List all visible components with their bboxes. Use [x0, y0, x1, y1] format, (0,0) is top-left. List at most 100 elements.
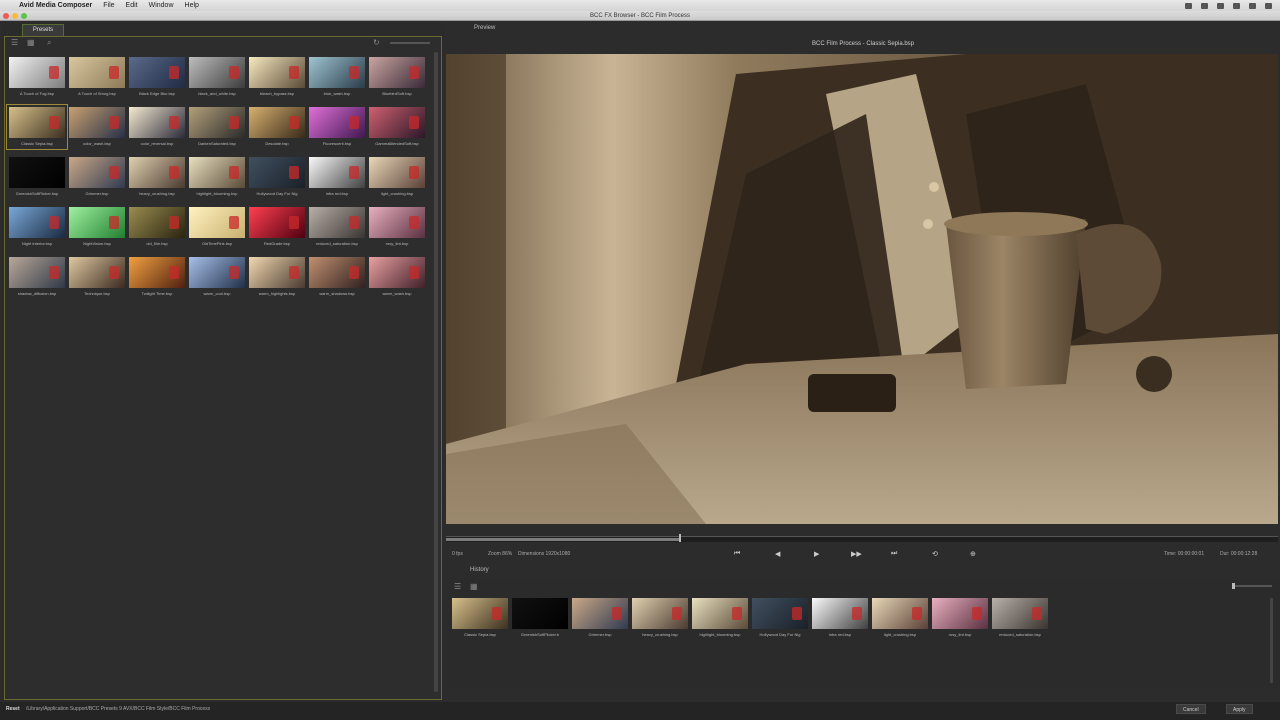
- thumb-size-slider[interactable]: [390, 42, 430, 44]
- history-thumbnail[interactable]: [932, 598, 988, 629]
- preset-thumbnail[interactable]: [369, 257, 425, 288]
- loop-button[interactable]: ⟲: [932, 550, 938, 558]
- menu-window[interactable]: Window: [149, 2, 174, 9]
- preset-item[interactable]: Fluorescent.bsp: [309, 107, 365, 147]
- history-item[interactable]: Classic Sepia.bsp: [452, 598, 508, 637]
- preset-thumbnail[interactable]: [69, 257, 125, 288]
- history-list-icon[interactable]: ☰: [454, 582, 461, 591]
- preset-thumbnail[interactable]: [249, 257, 305, 288]
- preset-item[interactable]: warm_cool.bsp: [189, 257, 245, 297]
- preset-thumbnail[interactable]: [369, 207, 425, 238]
- refresh-icon[interactable]: ↻: [373, 38, 380, 47]
- minimize-icon[interactable]: [12, 13, 18, 19]
- preset-thumbnail[interactable]: [369, 57, 425, 88]
- preset-item[interactable]: GreenishSoftFlicker.bsp: [9, 157, 65, 197]
- grid-view-icon[interactable]: ▦: [27, 38, 35, 47]
- preset-thumbnail[interactable]: [249, 207, 305, 238]
- history-item[interactable]: Hollywood Day For Nig: [752, 598, 808, 637]
- history-thumbnail[interactable]: [452, 598, 508, 629]
- preset-item[interactable]: Classic Sepia.bsp: [6, 104, 68, 150]
- preset-thumbnail[interactable]: [129, 57, 185, 88]
- history-thumbnail[interactable]: [692, 598, 748, 629]
- history-tab[interactable]: History: [470, 567, 489, 573]
- zoom-icon[interactable]: [21, 13, 27, 19]
- preset-thumbnail[interactable]: [249, 157, 305, 188]
- preset-thumbnail[interactable]: [189, 207, 245, 238]
- preset-item[interactable]: shadow_diffusion.bsp: [9, 257, 65, 297]
- preset-item[interactable]: light_crushing.bsp: [369, 157, 425, 197]
- preset-thumbnail[interactable]: [189, 57, 245, 88]
- history-grid-icon[interactable]: ▦: [470, 582, 478, 591]
- menu-app-name[interactable]: Avid Media Composer: [19, 2, 92, 9]
- preset-item[interactable]: blue_wash.bsp: [309, 57, 365, 97]
- preset-item[interactable]: Grimmer.bsp: [69, 157, 125, 197]
- list-icon[interactable]: [1265, 2, 1272, 9]
- go-to-start-button[interactable]: ⏮: [734, 550, 740, 558]
- preset-item[interactable]: A Touch of Fog.bsp: [9, 57, 65, 97]
- preset-thumbnail[interactable]: [129, 257, 185, 288]
- preset-item[interactable]: GammaBlendedSoft.bsp: [369, 107, 425, 147]
- apply-button[interactable]: Apply: [1226, 704, 1253, 714]
- step-back-button[interactable]: ◀: [775, 550, 780, 558]
- preset-thumbnail[interactable]: [69, 207, 125, 238]
- preview-timeline[interactable]: [446, 534, 1278, 542]
- close-icon[interactable]: [3, 13, 9, 19]
- reset-link[interactable]: Reset: [6, 706, 20, 712]
- preset-item[interactable]: Night Interior.bsp: [9, 207, 65, 247]
- history-thumbnail[interactable]: [752, 598, 808, 629]
- menu-help[interactable]: Help: [185, 2, 199, 9]
- preset-item[interactable]: RedGrade.bsp: [249, 207, 305, 247]
- preset-item[interactable]: BluebirdSoft.bsp: [369, 57, 425, 97]
- preset-thumbnail[interactable]: [309, 207, 365, 238]
- preset-thumbnail[interactable]: [129, 107, 185, 138]
- preset-item[interactable]: Black Edge Blur.bsp: [129, 57, 185, 97]
- preset-item[interactable]: NightVision.bsp: [69, 207, 125, 247]
- history-thumbnail[interactable]: [572, 598, 628, 629]
- history-thumb-slider[interactable]: [1232, 583, 1272, 589]
- preset-thumbnail[interactable]: [249, 57, 305, 88]
- preset-scrollbar[interactable]: [434, 52, 438, 692]
- history-item[interactable]: reduced_saturation.bsp: [992, 598, 1048, 637]
- preset-thumbnail[interactable]: [189, 157, 245, 188]
- history-thumbnail[interactable]: [512, 598, 568, 629]
- preset-item[interactable]: color_reversal.bsp: [129, 107, 185, 147]
- slider-knob[interactable]: [1232, 583, 1235, 589]
- preset-thumbnail[interactable]: [9, 207, 65, 238]
- preset-item[interactable]: heavy_crushing.bsp: [129, 157, 185, 197]
- go-to-end-button[interactable]: ⏭: [891, 550, 897, 558]
- preset-item[interactable]: Hollywood Day For Nig: [249, 157, 305, 197]
- clock-icon[interactable]: [1233, 2, 1240, 9]
- preset-item[interactable]: highlight_blooming.bsp: [189, 157, 245, 197]
- preset-item[interactable]: reduced_saturation.bsp: [309, 207, 365, 247]
- tab-preview[interactable]: Preview: [446, 25, 1280, 37]
- search-icon[interactable]: ⌕: [47, 38, 51, 48]
- preset-item[interactable]: old_film.bsp: [129, 207, 185, 247]
- preset-item[interactable]: bleach_bypass.bsp: [249, 57, 305, 97]
- preset-item[interactable]: Twilight Time.bsp: [129, 257, 185, 297]
- preset-thumbnail[interactable]: [369, 107, 425, 138]
- play-button[interactable]: ▶: [814, 550, 819, 558]
- list-view-icon[interactable]: ☰: [11, 38, 18, 47]
- preset-thumbnail[interactable]: [9, 57, 65, 88]
- history-item[interactable]: highlight_blooming.bsp: [692, 598, 748, 637]
- volume-icon[interactable]: [1201, 2, 1208, 9]
- preset-item[interactable]: Desolate.bsp: [249, 107, 305, 147]
- preset-thumbnail[interactable]: [9, 157, 65, 188]
- preset-thumbnail[interactable]: [369, 157, 425, 188]
- preset-item[interactable]: black_and_white.bsp: [189, 57, 245, 97]
- menu-file[interactable]: File: [103, 2, 114, 9]
- history-item[interactable]: infra red.bsp: [812, 598, 868, 637]
- preset-thumbnail[interactable]: [129, 157, 185, 188]
- cancel-button[interactable]: Cancel: [1176, 704, 1206, 714]
- preset-thumbnail[interactable]: [9, 257, 65, 288]
- preset-thumbnail[interactable]: [69, 157, 125, 188]
- preset-item[interactable]: warm_shadows.bsp: [309, 257, 365, 297]
- battery-icon[interactable]: [1217, 2, 1224, 9]
- preset-thumbnail[interactable]: [189, 107, 245, 138]
- step-forward-button[interactable]: ▶▶: [851, 550, 862, 558]
- preset-thumbnail[interactable]: [309, 57, 365, 88]
- history-scrollbar[interactable]: [1270, 598, 1273, 683]
- preset-thumbnail[interactable]: [189, 257, 245, 288]
- preset-thumbnail[interactable]: [249, 107, 305, 138]
- history-item[interactable]: Grimmer.bsp: [572, 598, 628, 637]
